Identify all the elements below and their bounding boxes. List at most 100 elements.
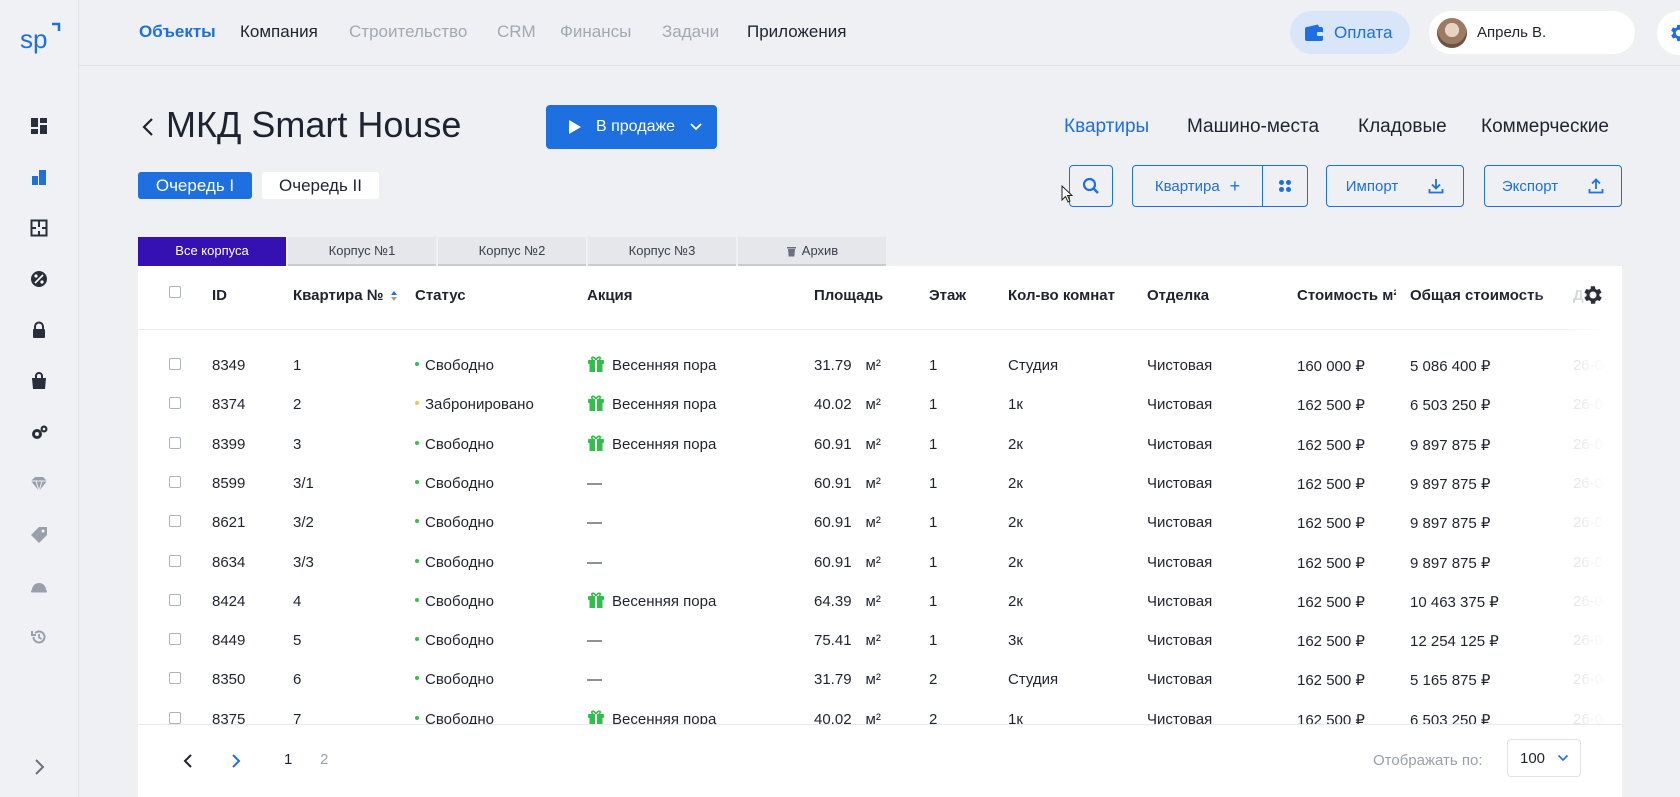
diamond-icon[interactable] bbox=[28, 473, 50, 495]
table-row[interactable]: 8424 4 Свободно Весенняя пора 64.39 м² 1 2к Чист… bbox=[138, 581, 1622, 620]
col-area[interactable]: Площадь bbox=[814, 287, 883, 304]
col-rooms[interactable]: Кол-во комнат bbox=[1008, 287, 1118, 304]
sale-status-dropdown[interactable]: В продаже bbox=[546, 105, 717, 149]
area-value: 31.79 bbox=[814, 671, 852, 689]
export-button[interactable]: Экспорт bbox=[1484, 165, 1622, 207]
download-icon bbox=[1428, 179, 1444, 194]
building-tab[interactable]: Корпус №3 bbox=[588, 237, 736, 266]
col-status[interactable]: Статус bbox=[415, 287, 466, 304]
search-button[interactable] bbox=[1069, 165, 1113, 207]
building-tab[interactable]: Архив bbox=[738, 237, 886, 266]
cell-id: 8599 bbox=[212, 474, 246, 492]
floor-plan-icon[interactable] bbox=[28, 217, 50, 239]
queue-tab[interactable]: Очередь II bbox=[262, 172, 379, 199]
table-row[interactable]: 8599 3/1 Свободно — 60.91 м² 1 2к Чистовая 162 50… bbox=[138, 463, 1622, 502]
type-tab[interactable]: Машино-места bbox=[1187, 116, 1319, 138]
page-number[interactable]: 2 bbox=[320, 751, 328, 768]
promo-text: — bbox=[587, 553, 602, 571]
cell-rooms: 1к bbox=[1008, 396, 1023, 414]
nav-item[interactable]: Компания bbox=[240, 22, 318, 42]
history-icon[interactable] bbox=[28, 626, 50, 648]
nav-item[interactable]: Приложения bbox=[747, 22, 846, 42]
table-row[interactable]: 8621 3/2 Свободно — 60.91 м² 1 2к Чистовая 162 50… bbox=[138, 502, 1622, 541]
building-tab[interactable]: Все корпуса bbox=[138, 237, 286, 266]
col-finish[interactable]: Отделка bbox=[1147, 287, 1209, 304]
helmet-icon[interactable] bbox=[28, 575, 50, 597]
status-dot bbox=[415, 401, 419, 406]
row-checkbox[interactable] bbox=[169, 554, 181, 567]
area-unit: м² bbox=[865, 710, 881, 724]
type-tab[interactable]: Квартиры bbox=[1064, 116, 1149, 138]
col-total[interactable]: Общая стоимость bbox=[1410, 287, 1548, 304]
type-tab[interactable]: Кладовые bbox=[1358, 116, 1447, 138]
status-text: Свободно bbox=[425, 671, 494, 689]
add-apartment-button[interactable]: Квартира + bbox=[1133, 166, 1263, 206]
cell-total: 5 165 875 ₽ bbox=[1410, 672, 1491, 690]
row-checkbox[interactable] bbox=[169, 475, 181, 488]
area-value: 60.91 bbox=[814, 553, 852, 571]
tag-icon[interactable] bbox=[28, 524, 50, 546]
percent-icon[interactable] bbox=[28, 268, 50, 290]
queue-tab[interactable]: Очередь I bbox=[138, 172, 252, 199]
expand-sidebar-icon[interactable] bbox=[28, 755, 50, 779]
col-price-m2[interactable]: Стоимость м² bbox=[1297, 287, 1396, 304]
status-dot bbox=[415, 440, 419, 445]
cell-id: 8349 bbox=[212, 357, 246, 374]
table-settings-gear-icon[interactable] bbox=[1581, 283, 1605, 307]
promo-text: Весенняя пора bbox=[612, 357, 717, 374]
row-checkbox[interactable] bbox=[169, 515, 181, 528]
page-title: МКД Smart House bbox=[166, 104, 462, 145]
user-menu[interactable]: Апрель В. bbox=[1429, 11, 1635, 54]
table-row[interactable]: 8350 6 Свободно — 31.79 м² 2 Студия Чистовая 162 … bbox=[138, 659, 1622, 698]
row-checkbox[interactable] bbox=[169, 593, 181, 606]
page-number[interactable]: 1 bbox=[284, 751, 292, 768]
import-button[interactable]: Импорт bbox=[1326, 165, 1464, 207]
settings-button[interactable] bbox=[1657, 11, 1680, 55]
bag-icon[interactable] bbox=[28, 370, 50, 392]
cell-id: 8634 bbox=[212, 553, 246, 571]
grid-view-button[interactable] bbox=[1263, 166, 1307, 206]
row-checkbox[interactable] bbox=[169, 672, 181, 685]
col-id[interactable]: ID bbox=[212, 287, 227, 304]
prev-page-icon[interactable] bbox=[180, 752, 196, 770]
nav-item[interactable]: Финансы bbox=[560, 22, 631, 42]
buildings-icon[interactable] bbox=[28, 166, 50, 188]
table-row[interactable]: 8374 2 Забронировано Весенняя пора 40.02 м² 1 1… bbox=[138, 384, 1622, 423]
table-row[interactable]: 8634 3/3 Свободно — 60.91 м² 1 2к Чистовая 162 50… bbox=[138, 542, 1622, 581]
table-row[interactable]: 8399 3 Свободно Весенняя пора 60.91 м² 1 2к Чист… bbox=[138, 424, 1622, 463]
cell-price_m2: 162 500 ₽ bbox=[1297, 475, 1365, 493]
next-page-icon[interactable] bbox=[228, 752, 244, 770]
row-checkbox[interactable] bbox=[169, 436, 181, 449]
payment-button[interactable]: Оплата bbox=[1290, 11, 1410, 54]
dashboard-icon[interactable] bbox=[28, 115, 50, 137]
building-tab[interactable]: Корпус №1 bbox=[288, 237, 436, 266]
nav-item[interactable]: CRM bbox=[497, 22, 536, 42]
upload-icon bbox=[1588, 178, 1604, 194]
gift-icon bbox=[588, 356, 604, 373]
table-row[interactable]: 8449 5 Свободно — 75.41 м² 1 3к Чистовая 162 500 … bbox=[138, 620, 1622, 659]
cell-price_m2: 162 500 ₽ bbox=[1297, 711, 1365, 724]
row-checkbox[interactable] bbox=[169, 358, 181, 370]
building-tab[interactable]: Корпус №2 bbox=[438, 237, 586, 266]
row-checkbox[interactable] bbox=[169, 711, 181, 724]
nav-item[interactable]: Строительство bbox=[349, 22, 467, 42]
nav-item[interactable]: Объекты bbox=[139, 22, 216, 42]
area-value: 40.02 bbox=[814, 396, 852, 414]
nav-item[interactable]: Задачи bbox=[662, 22, 719, 42]
table-row[interactable]: 8375 7 Свободно Весенняя пора 40.02 м² 2 1к Чист… bbox=[138, 699, 1622, 724]
col-floor[interactable]: Этаж bbox=[929, 287, 966, 304]
row-checkbox[interactable] bbox=[169, 397, 181, 410]
type-tab[interactable]: Коммерческие bbox=[1481, 116, 1609, 138]
select-all-checkbox[interactable] bbox=[169, 286, 181, 298]
sp-logo[interactable]: sp bbox=[18, 20, 62, 54]
settings-gears-icon[interactable] bbox=[28, 422, 50, 444]
per-page-select[interactable]: 100 bbox=[1507, 739, 1581, 777]
table-row[interactable]: 8349 1 Свободно Весенняя пора 31.79 м² 1 Студия… bbox=[138, 345, 1622, 384]
col-number[interactable]: Квартира № bbox=[293, 287, 398, 304]
row-checkbox[interactable] bbox=[169, 633, 181, 646]
back-arrow-icon[interactable] bbox=[139, 115, 157, 139]
status-dot bbox=[415, 479, 419, 484]
lock-icon[interactable] bbox=[28, 319, 50, 341]
col-promo[interactable]: Акция bbox=[587, 287, 633, 304]
area-value: 60.91 bbox=[814, 435, 852, 453]
